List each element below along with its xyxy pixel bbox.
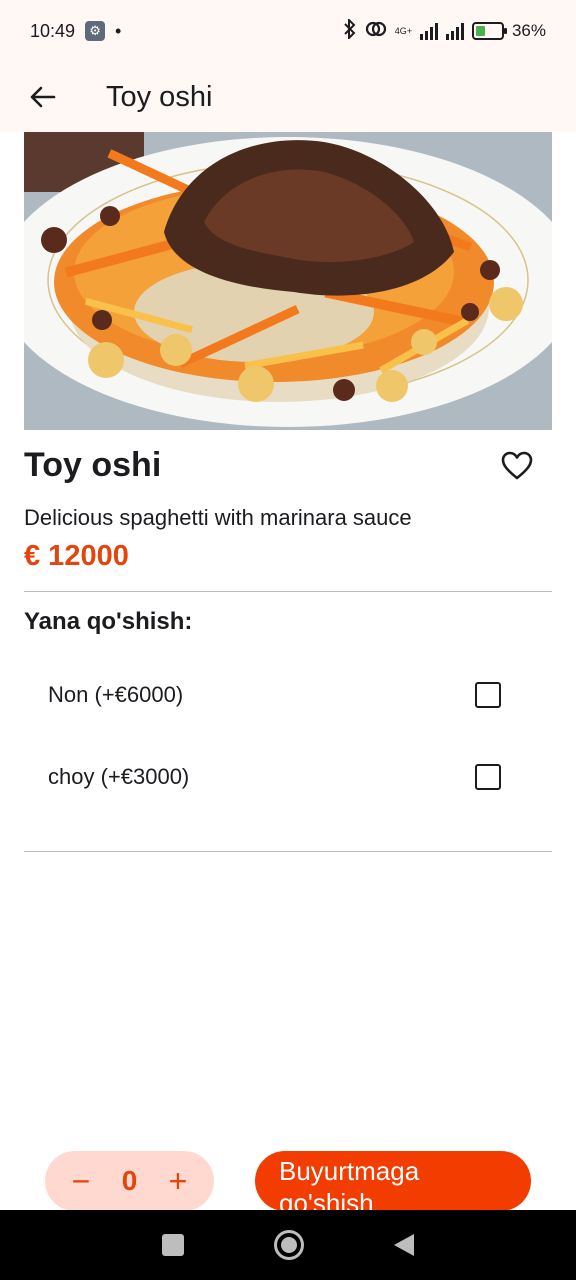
- status-right: 4G+ 36%: [343, 17, 546, 44]
- network-type: 4G+: [394, 25, 412, 36]
- increment-button[interactable]: +: [164, 1165, 192, 1197]
- link-icon: [365, 19, 387, 44]
- status-left: 10:49 ⚙ •: [30, 21, 121, 42]
- status-bar: 10:49 ⚙ • 4G+ 36%: [0, 0, 576, 62]
- quantity-value: 0: [121, 1165, 138, 1196]
- wrench-icon: ⚙: [85, 21, 106, 41]
- notification-dot: •: [115, 20, 122, 41]
- dish-image: [24, 132, 552, 430]
- addon-label: choy (+€3000): [48, 764, 190, 789]
- screen: 10:49 ⚙ • 4G+ 36% Toy oshi Toy oshi Deli…: [0, 0, 576, 1280]
- battery-fill: [475, 26, 485, 36]
- signal-icon: [419, 22, 438, 40]
- status-time: 10:49: [30, 20, 76, 41]
- dish-price: € 12000: [24, 540, 129, 572]
- back-triangle-icon[interactable]: [394, 1234, 414, 1256]
- add-to-order-label: Buyurtmaga qo'shish: [279, 1156, 420, 1211]
- page-title: Toy oshi: [106, 80, 213, 113]
- divider-top: [24, 591, 552, 592]
- signal-icon-2: [445, 22, 464, 40]
- battery-percent: 36%: [511, 21, 546, 40]
- app-bar: Toy oshi: [0, 62, 576, 132]
- dish-description: Delicious spaghetti with marinara sauce: [24, 505, 412, 530]
- system-nav-bar: [0, 1210, 576, 1280]
- home-icon[interactable]: [274, 1230, 304, 1260]
- addon-row-choy[interactable]: choy (+€3000): [24, 741, 552, 813]
- bluetooth-icon: [343, 17, 357, 44]
- quantity-stepper: − 0 +: [45, 1151, 214, 1211]
- back-button[interactable]: [22, 77, 62, 117]
- favorite-button[interactable]: [496, 446, 538, 486]
- add-to-order-button[interactable]: Buyurtmaga qo'shish: [255, 1151, 531, 1211]
- dish-name: Toy oshi: [24, 446, 162, 484]
- arrow-left-icon: [30, 86, 56, 108]
- divider-bottom: [24, 851, 552, 852]
- heart-outline-icon: [501, 451, 533, 480]
- recents-icon[interactable]: [162, 1234, 184, 1256]
- addons-title: Yana qo'shish:: [24, 608, 193, 635]
- addon-checkbox[interactable]: [475, 682, 501, 708]
- battery-icon: [471, 22, 507, 40]
- decrement-button[interactable]: −: [67, 1165, 95, 1197]
- addon-label: Non (+€6000): [48, 682, 184, 707]
- addon-checkbox[interactable]: [475, 764, 501, 790]
- addon-row-non[interactable]: Non (+€6000): [24, 659, 552, 731]
